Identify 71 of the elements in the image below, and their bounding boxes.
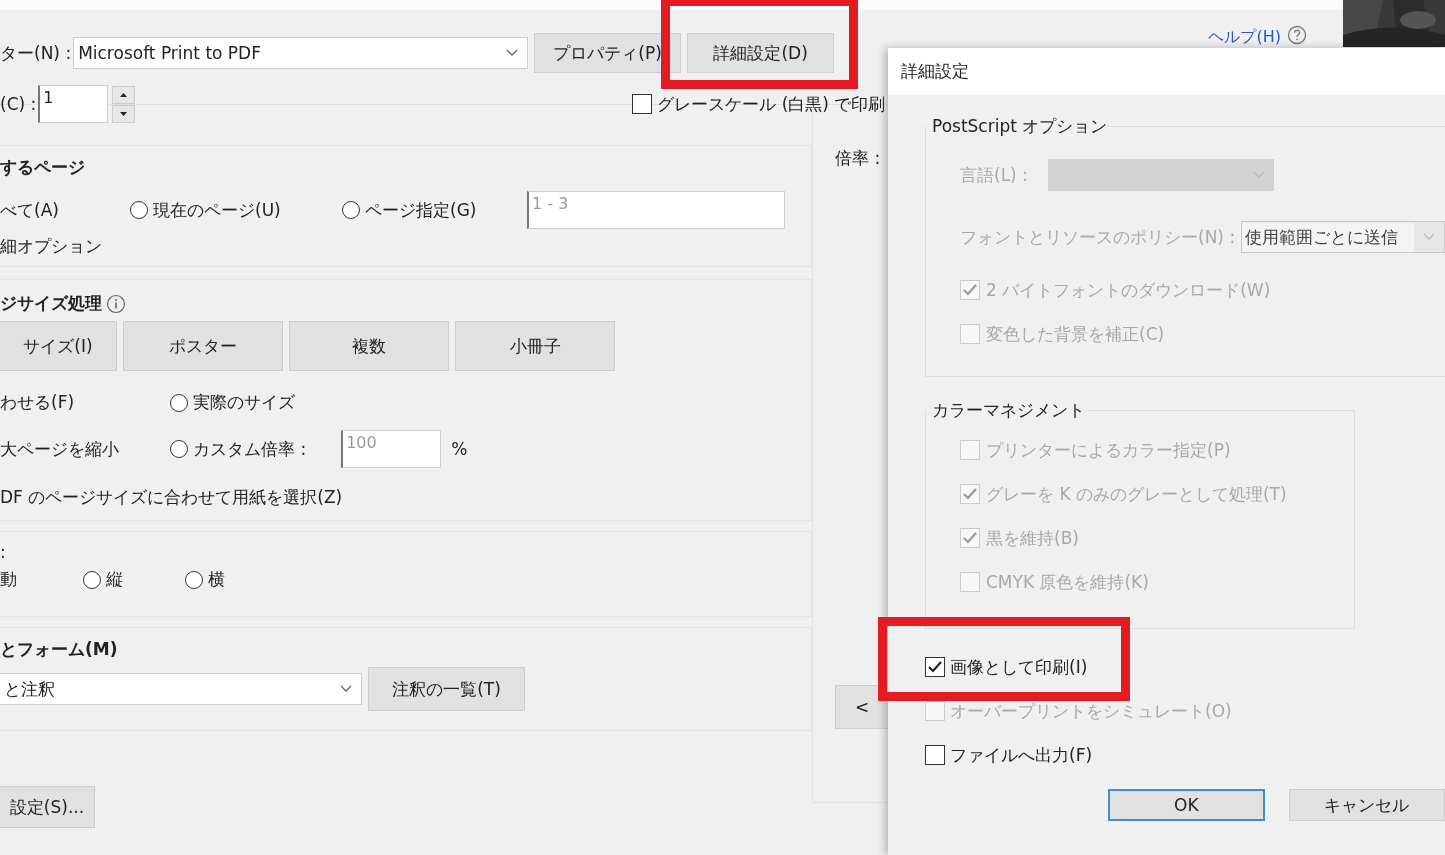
field-label: 言語(L) : [960, 163, 1028, 187]
checkbox-label: CMYK 原色を維持(K) [986, 570, 1149, 594]
scale-label: 倍率 : [835, 147, 881, 170]
radio-button[interactable] [185, 570, 203, 589]
percent-label: % [451, 439, 468, 459]
mode-tab[interactable]: サイズ(I) [0, 321, 117, 371]
radio-button[interactable] [83, 570, 101, 589]
dialog-button[interactable]: プロパティ(P) [534, 33, 682, 73]
radio-label: 現在のページ(U) [153, 198, 281, 222]
checkbox-label: 黒を維持(B) [986, 526, 1079, 550]
radio-label: 動 [0, 568, 18, 591]
section-title: とフォーム(M) [0, 638, 118, 661]
spin-up-icon[interactable] [112, 85, 136, 104]
chevron-down-icon [506, 49, 519, 57]
info-icon[interactable] [106, 293, 126, 314]
checkbox-label: DF のページサイズに合わせて用紙を選択(Z) [0, 486, 343, 509]
printer-label: ター(N) : [0, 41, 72, 65]
annotations-select[interactable]: と注釈 [0, 673, 362, 705]
help-link[interactable]: ヘルプ(H) [1208, 27, 1281, 48]
dialog-button[interactable]: OK [1108, 789, 1265, 821]
mode-tab[interactable]: 小冊子 [455, 321, 615, 371]
checkbox[interactable] [632, 94, 653, 114]
dialog-title: 詳細設定 [901, 60, 969, 83]
radio-button[interactable] [342, 201, 360, 219]
copies-field[interactable]: 1 [38, 85, 109, 123]
chevron-down-icon [1423, 233, 1435, 241]
radio-label: ページ指定(G) [365, 198, 477, 222]
checkbox-label: ファイルへ出力(F) [950, 743, 1093, 767]
radio-button[interactable] [170, 440, 188, 458]
checkbox-label: プリンターによるカラー指定(P) [986, 438, 1231, 462]
printer-select[interactable]: Microsoft Print to PDF [73, 37, 529, 69]
spin-down-icon[interactable] [112, 104, 136, 123]
more-options-label: 細オプション [0, 235, 102, 258]
help-icon[interactable] [1287, 25, 1307, 45]
previous-button[interactable]: < [835, 685, 889, 729]
radio-label: 横 [208, 568, 225, 591]
checkbox-label: グレーを K のみのグレーとして処理(T) [986, 482, 1287, 506]
section-title: ジサイズ処理 [0, 292, 102, 315]
radio-label: カスタム倍率 : [193, 437, 307, 461]
check-icon [962, 530, 978, 546]
checkbox-label: 2 バイトフォントのダウンロード(W) [986, 278, 1271, 302]
checkbox-label: 画像として印刷(I) [950, 655, 1088, 679]
radio-button[interactable] [130, 201, 148, 219]
radio-label: べて(A) [0, 198, 60, 222]
checkbox[interactable] [925, 745, 945, 765]
check-icon [927, 659, 943, 675]
page-setup-button[interactable]: 設定(S)... [0, 786, 95, 828]
chevron-down-icon [340, 685, 352, 693]
dialog-button[interactable]: キャンセル [1288, 789, 1445, 821]
mode-tab[interactable]: ポスター [123, 321, 283, 371]
field-label: フォントとリソースのポリシー(N) : [960, 225, 1236, 249]
group-title: カラーマネジメント [931, 399, 1085, 422]
dialog-button[interactable]: 詳細設定(D) [687, 33, 835, 73]
check-icon [962, 282, 978, 298]
mode-tab[interactable]: 複数 [289, 321, 449, 371]
checkbox-label: 変色した背景を補正(C) [986, 322, 1165, 346]
dropdown[interactable]: 使用範囲ごとに送信 [1241, 221, 1445, 253]
section-title: : [0, 542, 7, 562]
checkbox[interactable] [925, 657, 945, 677]
summarize-button[interactable]: 注釈の一覧(T) [368, 667, 525, 711]
radio-label: 縦 [106, 568, 123, 591]
radio-label: 実際のサイズ [193, 391, 295, 414]
section-title: するページ [0, 156, 85, 179]
checkbox-label: オーバープリントをシミュレート(O) [950, 699, 1232, 723]
radio-label: わせる(F) [0, 391, 75, 414]
radio-label: 大ページを縮小 [0, 437, 119, 461]
radio-button[interactable] [170, 393, 188, 412]
copies-label: (C) : [0, 94, 37, 114]
check-icon [962, 486, 978, 502]
grayscale-label: グレースケール (白黒) で印刷 [657, 92, 886, 116]
group-title: PostScript オプション [931, 115, 1108, 138]
